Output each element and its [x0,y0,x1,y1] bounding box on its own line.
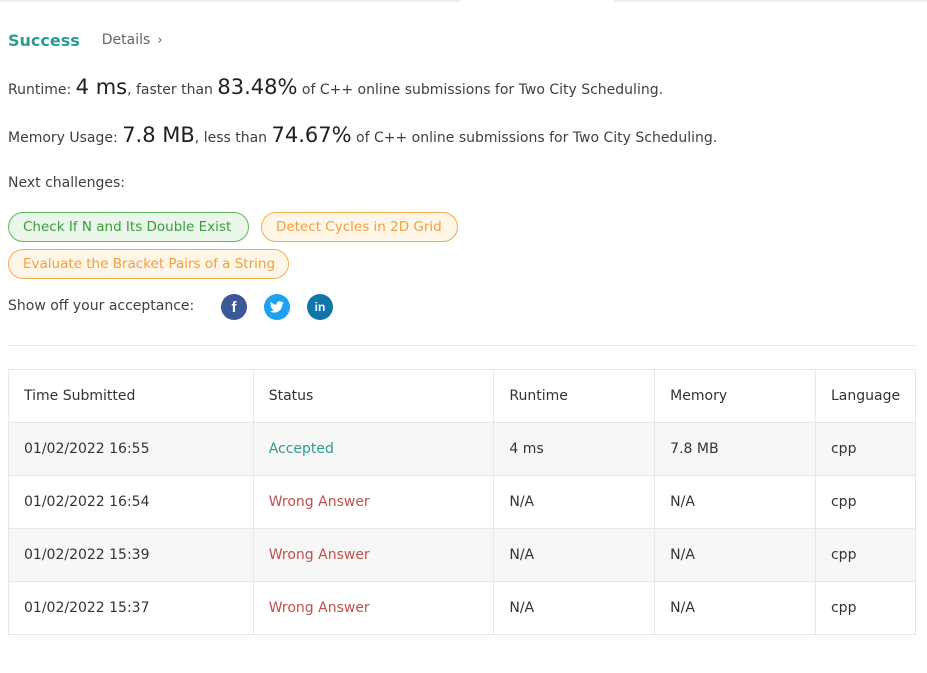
header-runtime: Runtime [493,369,656,423]
cell-language: cpp [814,528,917,582]
cell-time: 01/02/2022 15:37 [8,581,254,635]
cell-status-link[interactable]: Wrong Answer [252,528,495,582]
cell-time: 01/02/2022 16:54 [8,475,254,529]
header-status: Status [252,369,495,423]
table-row: 01/02/2022 15:37 Wrong Answer N/A N/A cp… [8,581,917,635]
runtime-percent: 83.48% [217,75,298,99]
memory-mid: , less than [194,130,268,146]
cell-time: 01/02/2022 16:55 [8,422,254,476]
linkedin-icon[interactable]: in [307,294,333,320]
submissions-table: Time Submitted Status Runtime Memory Lan… [8,369,917,635]
details-label: Details [101,32,151,48]
cell-memory: 7.8 MB [654,422,816,476]
table-row: 01/02/2022 16:54 Wrong Answer N/A N/A cp… [8,475,917,529]
tab-border-right [614,0,927,2]
cell-memory: N/A [654,475,816,529]
details-link[interactable]: Details › [102,32,163,48]
memory-summary: Memory Usage: 7.8 MB, less than 74.67% o… [8,123,717,147]
twitter-bird-glyph [270,301,284,313]
cell-runtime: 4 ms [493,422,656,476]
facebook-icon[interactable]: f [221,294,247,320]
runtime-summary: Runtime: 4 ms, faster than 83.48% of C++… [8,75,663,99]
runtime-suffix: of C++ online submissions for Two City S… [301,82,664,98]
cell-language: cpp [814,581,917,635]
runtime-value: 4 ms [75,75,128,99]
challenge-tag-check-if-n-and-its-double-exist[interactable]: Check If N and Its Double Exist [8,212,249,242]
cell-status-link[interactable]: Wrong Answer [252,581,495,635]
cell-status-link[interactable]: Accepted [252,422,495,476]
table-row: 01/02/2022 15:39 Wrong Answer N/A N/A cp… [8,528,917,582]
section-divider [8,345,916,346]
twitter-icon[interactable] [264,294,290,320]
result-header: Success Details › [8,28,163,52]
cell-status-link[interactable]: Wrong Answer [252,475,495,529]
cell-runtime: N/A [493,528,656,582]
header-time-submitted: Time Submitted [8,369,254,423]
chevron-right-icon: › [157,32,163,48]
cell-memory: N/A [654,581,816,635]
header-language: Language [814,369,917,423]
runtime-label: Runtime: [8,82,72,98]
cell-runtime: N/A [493,475,656,529]
cell-language: cpp [814,475,917,529]
cell-runtime: N/A [493,581,656,635]
next-challenges-label: Next challenges: [8,175,125,191]
table-header-row: Time Submitted Status Runtime Memory Lan… [8,369,917,423]
table-row: 01/02/2022 16:55 Accepted 4 ms 7.8 MB cp… [8,422,917,476]
tab-border-left [0,0,460,2]
result-status: Success [8,30,80,50]
runtime-mid: , faster than [127,82,213,98]
memory-value: 7.8 MB [122,123,195,147]
cell-time: 01/02/2022 15:39 [8,528,254,582]
header-memory: Memory [654,369,816,423]
memory-label: Memory Usage: [8,130,118,146]
challenge-tag-evaluate-the-bracket-pairs[interactable]: Evaluate the Bracket Pairs of a String [8,249,289,279]
memory-percent: 74.67% [271,123,352,147]
cell-language: cpp [814,422,917,476]
share-label: Show off your acceptance: [8,298,195,314]
memory-suffix: of C++ online submissions for Two City S… [356,130,718,146]
top-tab-border [0,0,927,3]
challenge-tag-detect-cycles-in-2d-grid[interactable]: Detect Cycles in 2D Grid [261,212,458,242]
cell-memory: N/A [654,528,816,582]
